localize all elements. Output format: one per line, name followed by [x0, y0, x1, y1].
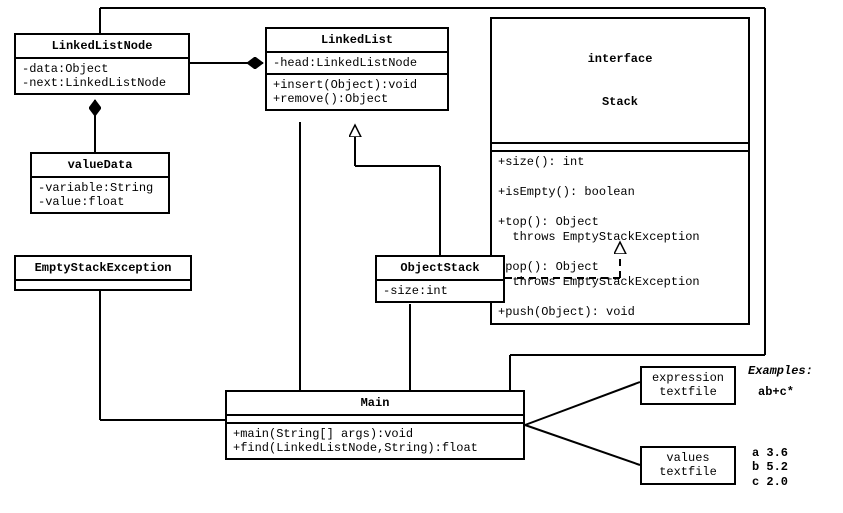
note-expression-textfile: expression textfile [640, 366, 736, 405]
example-values: a 3.6 b 5.2 c 2.0 [752, 446, 788, 489]
class-attributes [227, 416, 523, 424]
class-title: Main [227, 392, 523, 416]
class-operations: +insert(Object):void +remove():Object [267, 75, 447, 109]
class-objectstack: ObjectStack -size:int [375, 255, 505, 303]
class-title: LinkedListNode [16, 35, 188, 59]
class-attributes: -size:int [377, 281, 503, 301]
class-operations: +size(): int +isEmpty(): boolean +top():… [492, 152, 748, 323]
interface-name: Stack [498, 95, 742, 109]
class-title: ObjectStack [377, 257, 503, 281]
class-attributes: -variable:String -value:float [32, 178, 168, 212]
class-emptystackexception: EmptyStackException [14, 255, 192, 291]
class-main: Main +main(String[] args):void +find(Lin… [225, 390, 525, 460]
class-title: LinkedList [267, 29, 447, 53]
class-attributes [492, 144, 748, 152]
examples-heading: Examples: [748, 364, 813, 378]
class-title: interface Stack [492, 19, 748, 144]
class-title: EmptyStackException [16, 257, 190, 281]
class-attributes: -data:Object -next:LinkedListNode [16, 59, 188, 93]
class-title: valueData [32, 154, 168, 178]
class-linkedlist: LinkedList -head:LinkedListNode +insert(… [265, 27, 449, 111]
interface-stack: interface Stack +size(): int +isEmpty():… [490, 17, 750, 325]
class-attributes [16, 281, 190, 289]
class-linkedlistnode: LinkedListNode -data:Object -next:Linked… [14, 33, 190, 95]
class-operations: +main(String[] args):void +find(LinkedLi… [227, 424, 523, 458]
note-values-textfile: values textfile [640, 446, 736, 485]
class-valuedata: valueData -variable:String -value:float [30, 152, 170, 214]
class-attributes: -head:LinkedListNode [267, 53, 447, 75]
stereotype-label: interface [498, 52, 742, 66]
example-expression: ab+c* [758, 385, 794, 399]
